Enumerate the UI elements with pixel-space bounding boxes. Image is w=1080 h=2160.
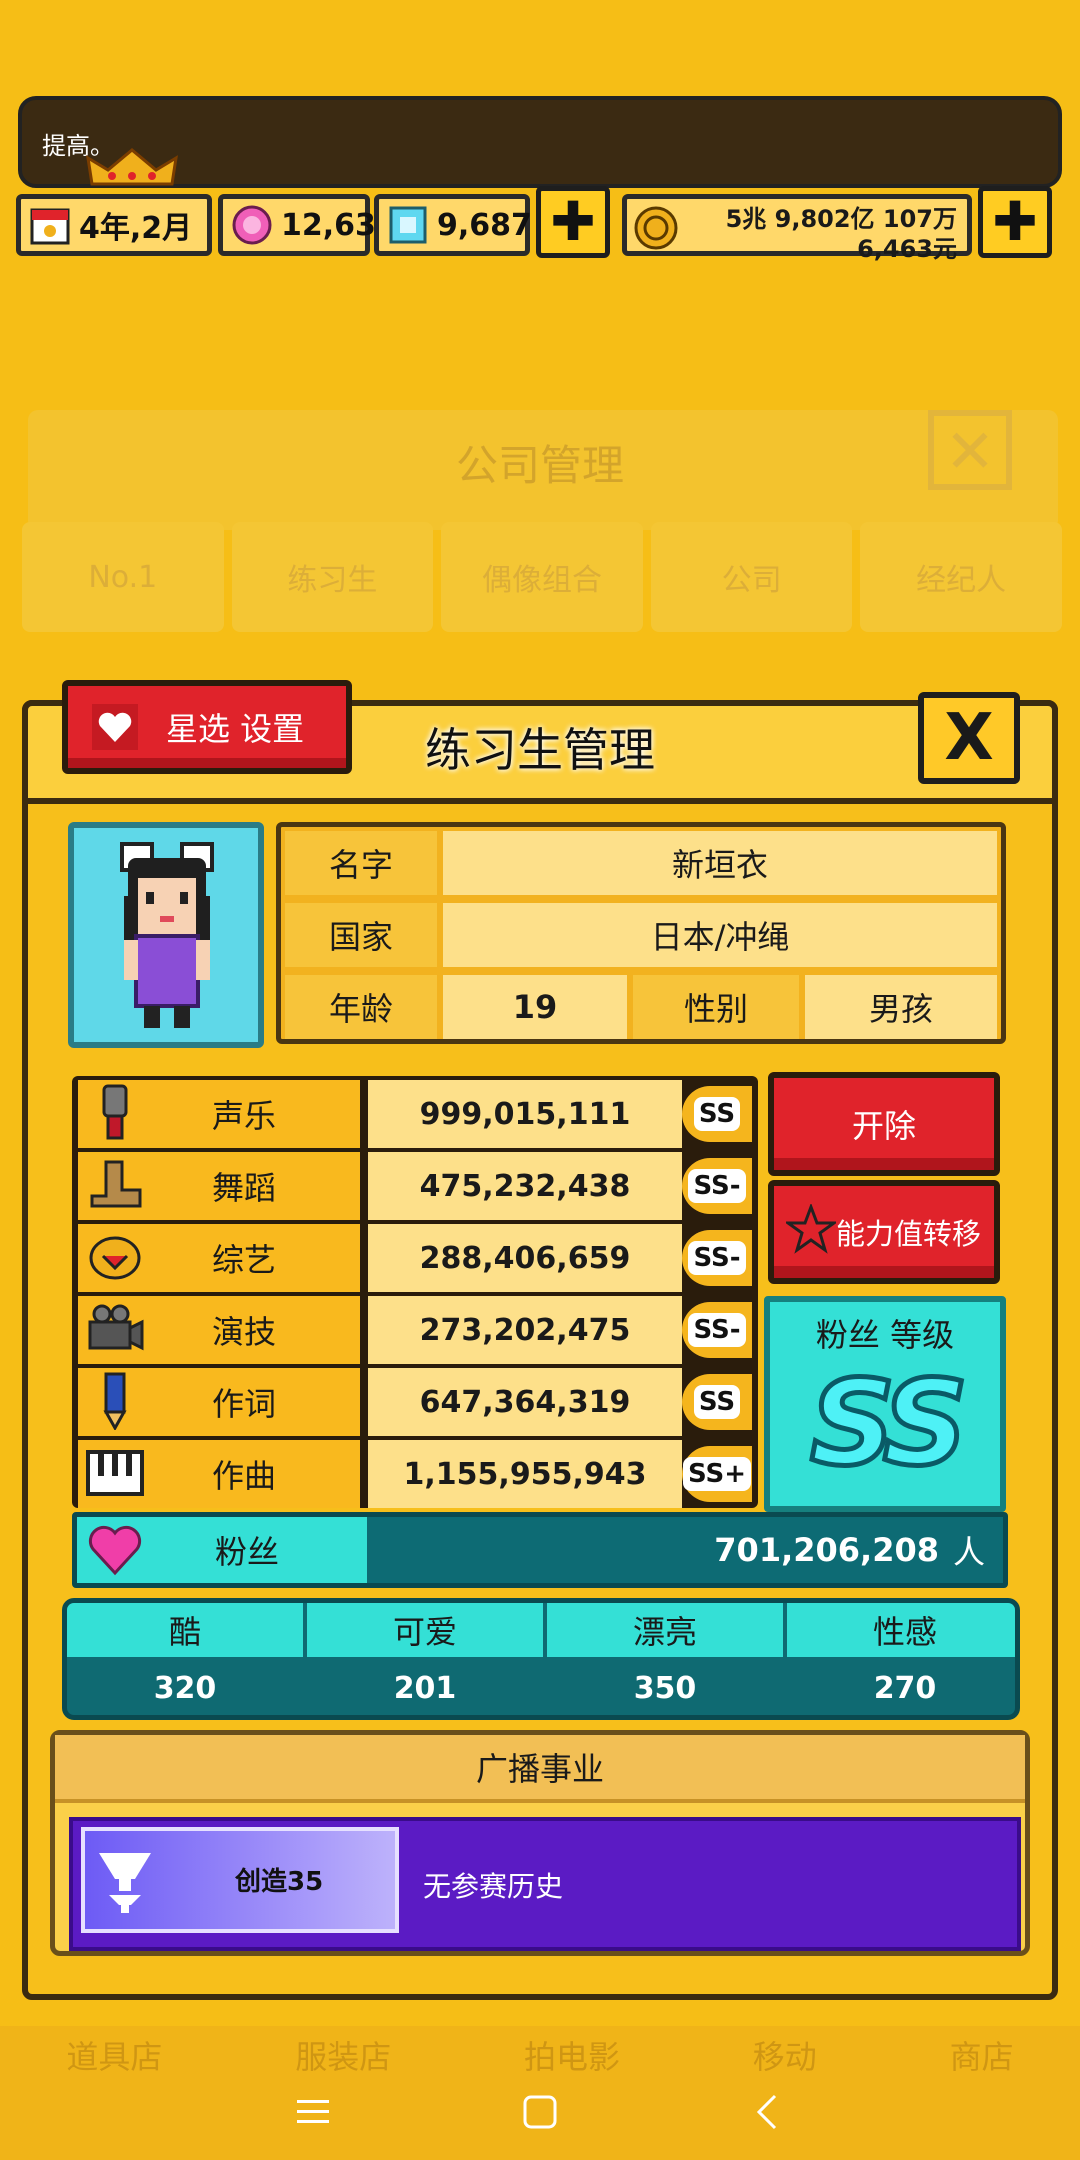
stat-rank: SS- (682, 1302, 752, 1358)
message-bar: 提高。 (18, 96, 1062, 188)
stat-value: 475,232,438 (368, 1152, 682, 1220)
background-tab: 公司 (650, 522, 853, 632)
background-tab: 练习生 (231, 522, 434, 632)
trainee-avatar (68, 822, 264, 1048)
date-text: 4年,2月 (79, 211, 193, 246)
age-value: 19 (443, 975, 627, 1039)
blue-gem-counter: 9,687 (374, 194, 532, 256)
stat-value: 647,364,319 (368, 1368, 682, 1436)
attribute-sexy: 性感 270 (787, 1603, 1015, 1715)
home-button[interactable] (500, 2072, 580, 2152)
fire-button[interactable]: 开除 (768, 1072, 1000, 1176)
background-tabs: No.1 练习生 偶像组合 公司 经纪人 (22, 522, 1062, 632)
stat-rank: SS- (682, 1158, 752, 1214)
broadcast-note: 无参赛历史 (423, 1870, 564, 1903)
background-tab: 偶像组合 (441, 522, 643, 632)
piano-icon (86, 1450, 144, 1496)
pixel-character-icon (120, 842, 214, 1028)
name-value: 新垣衣 (443, 831, 997, 895)
transfer-button-label: 能力值转移 (836, 1217, 982, 1251)
background-tab: 经纪人 (860, 522, 1062, 632)
star-icon (786, 1204, 836, 1254)
attribute-pretty: 漂亮 350 (547, 1603, 783, 1715)
fan-level-label: 粉丝 等级 (815, 1316, 955, 1354)
variety-icon (89, 1236, 141, 1280)
broadcast-title: 广播事业 (55, 1735, 1025, 1803)
stat-row-vocal: 声乐 999,015,111 SS (78, 1080, 752, 1148)
broadcast-card-label: 创造35 (235, 1867, 324, 1897)
star-select-button[interactable]: 星选 设置 (62, 680, 352, 774)
heart-icon (92, 704, 138, 750)
blue-gem-icon (389, 206, 427, 244)
boot-icon (90, 1160, 142, 1208)
heart-icon (88, 1525, 142, 1576)
plus-icon: ✚ (992, 190, 1038, 253)
stat-value: 1,155,955,943 (368, 1440, 682, 1508)
close-button[interactable]: X (918, 692, 1020, 784)
stat-rank: SS+ (682, 1446, 752, 1502)
broadcast-bar: 创造35 无参赛历史 (69, 1817, 1021, 1951)
fan-level-panel: 粉丝 等级 SS (764, 1296, 1006, 1512)
star-select-label: 星选 设置 (166, 710, 305, 748)
camera-icon (88, 1304, 144, 1351)
calendar-icon (30, 208, 70, 245)
fan-level-grade: SS (808, 1352, 971, 1495)
home-icon (523, 2095, 557, 2129)
broadcast-card[interactable]: 创造35 (81, 1827, 399, 1933)
stat-rank: SS- (682, 1230, 752, 1286)
pink-gem-icon (232, 205, 272, 245)
attributes-table: 酷 320 可爱 201 漂亮 350 性感 270 (62, 1598, 1020, 1720)
money-line-2: 6,463元 (857, 235, 957, 263)
back-button[interactable] (727, 2072, 807, 2152)
plus-icon: ✚ (550, 190, 596, 253)
stat-row-compose: 作曲 1,155,955,943 SS+ (78, 1440, 752, 1508)
pen-icon (103, 1372, 127, 1430)
attribute-cute: 可爱 201 (307, 1603, 543, 1715)
stat-rank: SS (682, 1374, 752, 1430)
stat-row-acting: 演技 273,202,475 SS- (78, 1296, 752, 1364)
microphone-icon (102, 1084, 128, 1140)
stat-rank: SS (682, 1086, 752, 1142)
coin-icon (634, 206, 678, 250)
add-money-button[interactable]: ✚ (978, 186, 1052, 258)
stat-value: 273,202,475 (368, 1296, 682, 1364)
country-value: 日本/冲绳 (443, 903, 997, 967)
stat-row-variety: 综艺 288,406,659 SS- (78, 1224, 752, 1292)
menu-button[interactable] (273, 2072, 353, 2152)
trophy-icon (99, 1853, 151, 1913)
money-display: 5兆 9,802亿 107万 6,463元 (622, 194, 972, 263)
attribute-cool: 酷 320 (67, 1603, 303, 1715)
menu-icon (297, 2100, 330, 2123)
fans-count: 701,206,208 人 (714, 1531, 985, 1571)
stat-row-lyrics: 作词 647,364,319 SS (78, 1368, 752, 1436)
broadcast-section: 广播事业 创造35 无参赛历史 (50, 1730, 1030, 1956)
pink-gem-counter: 12,639 (218, 194, 397, 256)
background-close-icon: ✕ (928, 410, 1012, 490)
background-title: 公司管理 (455, 441, 624, 490)
back-icon (756, 2094, 776, 2130)
crown-icon (86, 148, 178, 186)
stat-value: 288,406,659 (368, 1224, 682, 1292)
gender-value: 男孩 (805, 975, 997, 1039)
blue-gem-count: 9,687 (437, 207, 532, 243)
transfer-stats-button[interactable]: 能力值转移 (768, 1180, 1000, 1284)
system-nav-bar (0, 2064, 1080, 2160)
background-tab: No.1 (22, 522, 224, 632)
country-label: 国家 (285, 903, 437, 967)
gender-label: 性别 (633, 975, 799, 1039)
profile-table: 名字 新垣衣 国家 日本/冲绳 年龄 19 性别 男孩 (276, 822, 1006, 1044)
age-label: 年龄 (285, 975, 437, 1039)
fans-row: 粉丝 701,206,208 人 (72, 1512, 1008, 1588)
add-gems-button[interactable]: ✚ (536, 186, 610, 258)
stat-value: 999,015,111 (368, 1080, 682, 1148)
name-label: 名字 (285, 831, 437, 895)
date-display: 4年,2月 (16, 194, 212, 256)
stat-row-dance: 舞蹈 475,232,438 SS- (78, 1152, 752, 1220)
fire-button-label: 开除 (851, 1107, 916, 1145)
close-icon: X (944, 701, 994, 775)
